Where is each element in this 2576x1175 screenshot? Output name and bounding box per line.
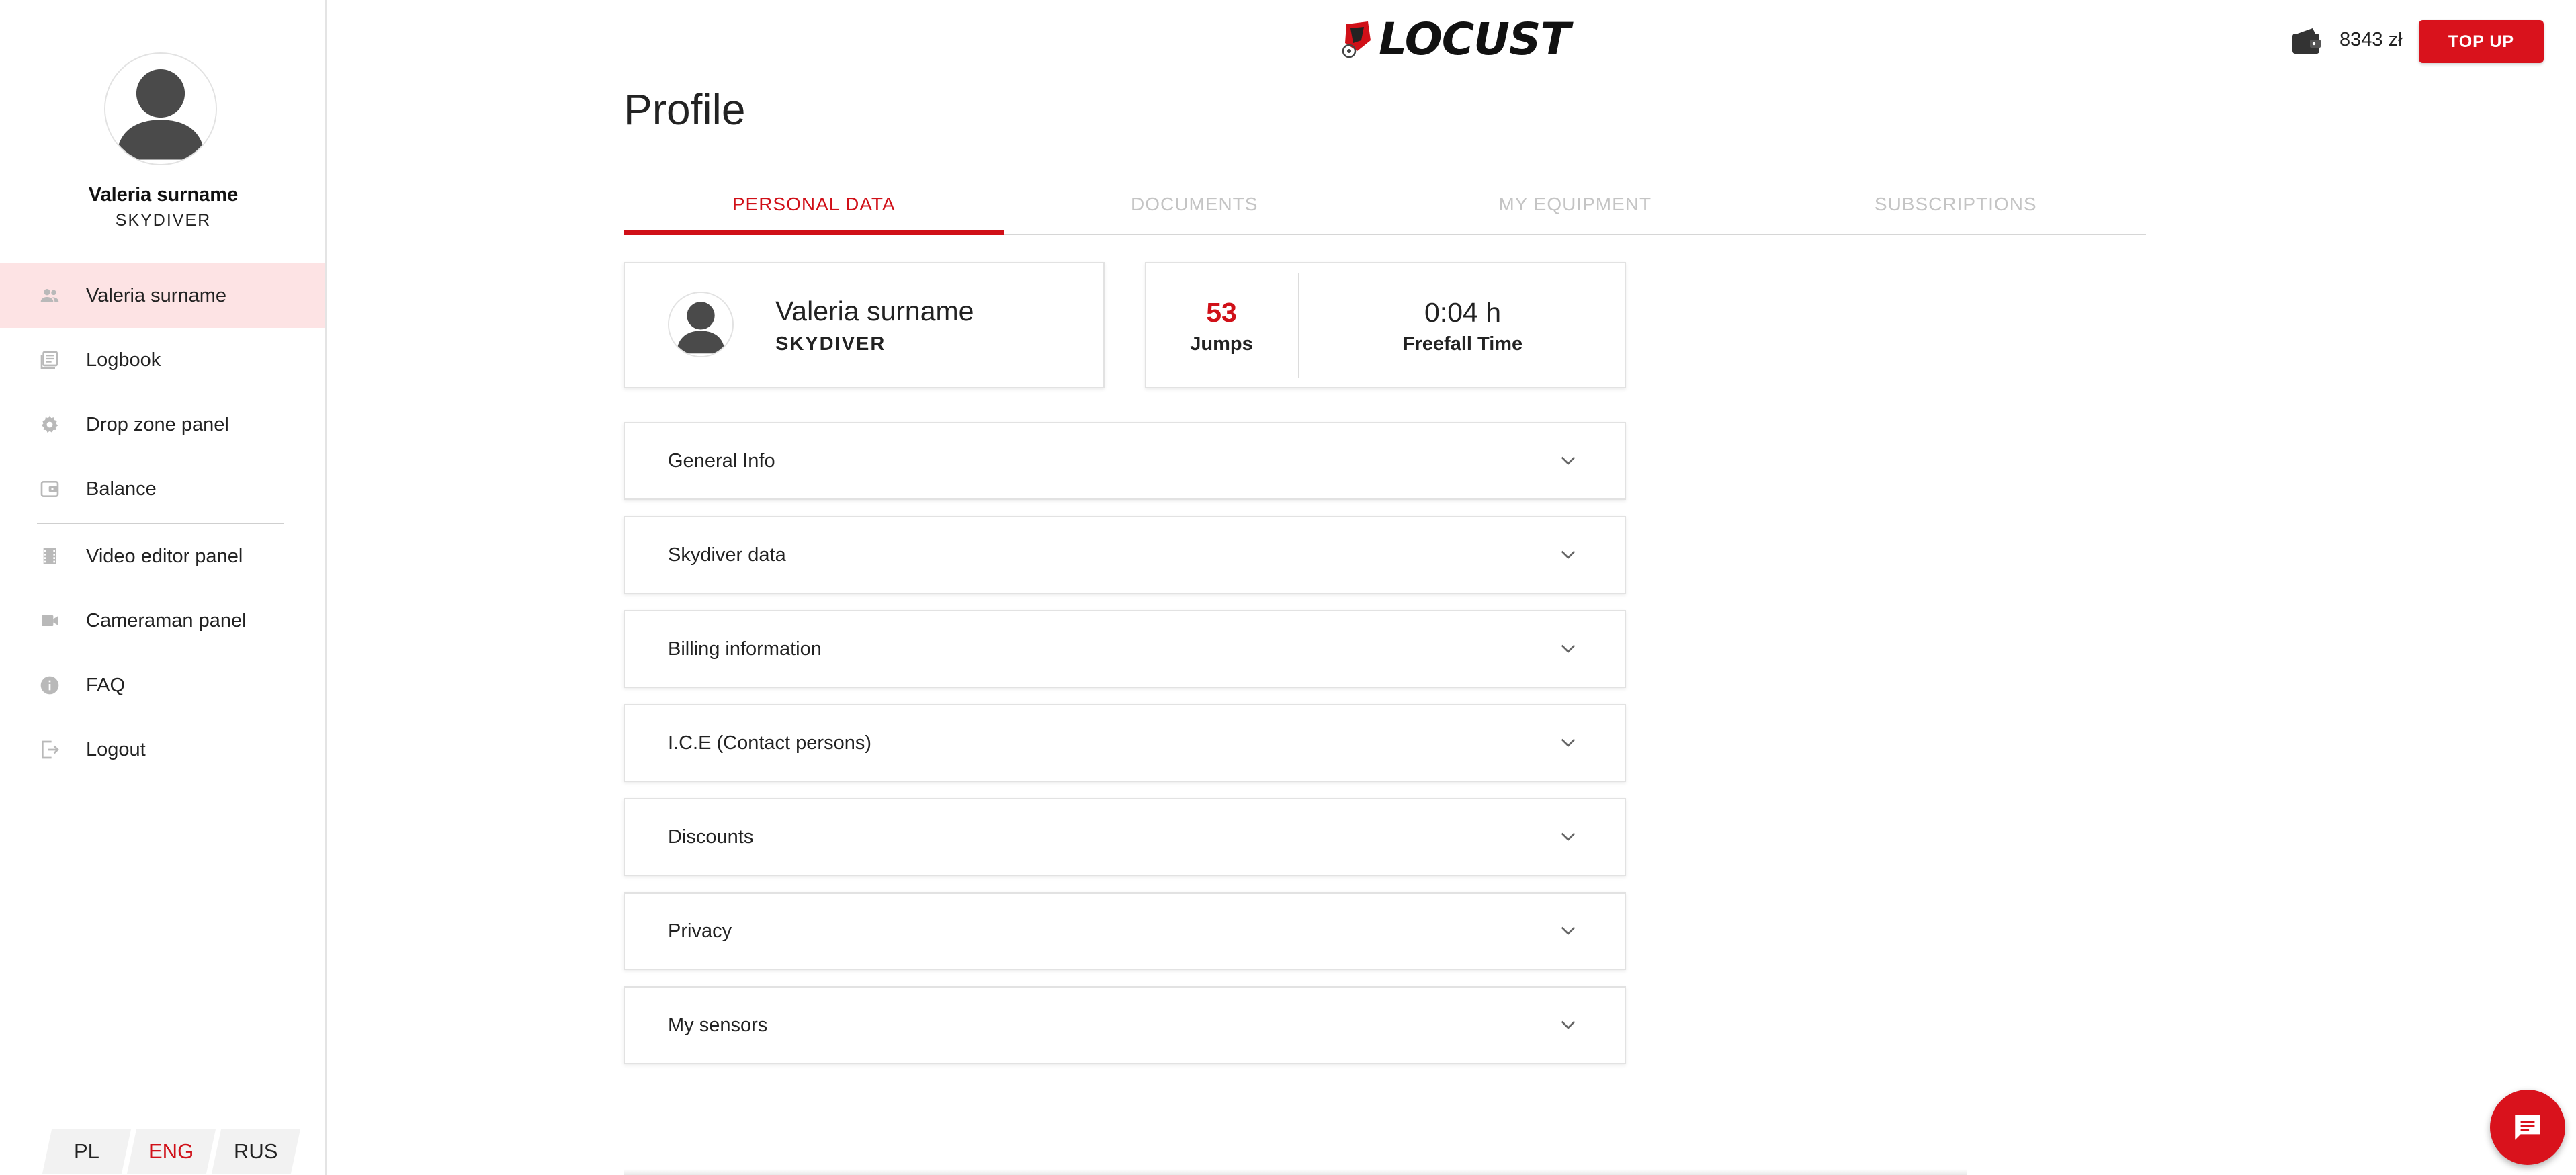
sidebar-item-label: Video editor panel [86,545,243,567]
avatar[interactable] [104,52,217,165]
freefall-value: 0:04 h [1424,297,1501,328]
avatar [668,292,734,357]
section-skydiver-data[interactable]: Skydiver data [624,516,1626,594]
videocam-icon [38,609,62,633]
sidebar-user-role: SKYDIVER [115,211,212,230]
top-up-button[interactable]: TOP UP [2419,20,2544,63]
section-discounts[interactable]: Discounts [624,798,1626,876]
chat-button[interactable] [2490,1090,2565,1165]
user-avatar-icon [105,54,216,164]
tab-my-equipment[interactable]: MY EQUIPMENT [1385,181,1766,234]
chevron-down-icon [1561,1020,1576,1029]
section-billing-information[interactable]: Billing information [624,610,1626,688]
freefall-label: Freefall Time [1402,333,1523,355]
locust-logo[interactable]: LOCUST [1341,12,1570,66]
section-title: Discounts [668,826,754,848]
section-my-sensors[interactable]: My sensors [624,986,1626,1064]
balance-amount: 8343 zł [2339,29,2403,50]
user-avatar-icon [669,293,732,356]
logo-text: LOCUST [1379,13,1570,65]
jumps-value: 53 [1206,297,1237,328]
sidebar-item-logout[interactable]: Logout [0,717,325,782]
section-privacy[interactable]: Privacy [624,892,1626,970]
logbook-icon [38,348,62,372]
sidebar-item-label: Drop zone panel [86,413,229,435]
sidebar-item-label: Valeria surname [86,284,227,306]
chat-icon [2515,1115,2540,1140]
footer-shadow [624,1169,1967,1175]
section-title: Privacy [668,920,732,942]
chevron-down-icon [1561,926,1576,935]
sidebar-item-cameraman-panel[interactable]: Cameraman panel [0,589,325,653]
freefall-stat: 0:04 h Freefall Time [1299,263,1626,387]
section-title: General Info [668,450,775,472]
sidebar-item-faq[interactable]: FAQ [0,653,325,717]
profile-tabs: PERSONAL DATA DOCUMENTS MY EQUIPMENT SUB… [624,181,2146,235]
chevron-down-icon [1561,550,1576,559]
page-title: Profile [624,85,746,134]
wallet-icon[interactable] [2291,27,2322,55]
section-ice-contact-persons[interactable]: I.C.E (Contact persons) [624,704,1626,782]
profile-name: Valeria surname [775,296,974,327]
logo-badge-icon [1342,21,1371,58]
profile-role: SKYDIVER [775,333,886,355]
wallet-icon [38,477,62,501]
sidebar-nav: Valeria surname Logbook Drop zone panel … [0,263,325,782]
jumps-label: Jumps [1190,333,1253,355]
language-eng[interactable]: ENG [126,1129,216,1174]
section-title: Skydiver data [668,544,786,566]
sidebar-item-balance[interactable]: Balance [0,457,325,521]
sidebar-item-label: Balance [86,478,157,500]
sidebar-item-label: Cameraman panel [86,609,247,632]
chevron-down-icon [1561,644,1576,653]
sidebar: Valeria surname SKYDIVER Valeria surname… [0,0,327,1175]
jumps-stat: 53 Jumps [1146,263,1297,387]
sidebar-user-name: Valeria surname [88,184,239,206]
sidebar-item-label: Logbook [86,349,161,371]
section-general-info[interactable]: General Info [624,422,1626,500]
language-switcher: PL ENG RUS [42,1129,301,1174]
stats-card: 53 Jumps 0:04 h Freefall Time [1145,262,1626,388]
section-title: My sensors [668,1014,768,1036]
profile-card: Valeria surname SKYDIVER [624,262,1105,388]
people-icon [38,284,62,308]
sidebar-item-video-editor-panel[interactable]: Video editor panel [0,524,325,589]
tab-subscriptions[interactable]: SUBSCRIPTIONS [1766,181,2147,234]
section-title: Billing information [668,638,822,660]
chevron-down-icon [1561,738,1576,747]
tab-personal-data[interactable]: PERSONAL DATA [624,181,1004,235]
info-icon [38,673,62,697]
gear-icon [38,412,62,437]
tab-documents[interactable]: DOCUMENTS [1004,181,1385,234]
sidebar-item-label: FAQ [86,674,126,696]
chevron-down-icon [1561,456,1576,465]
section-title: I.C.E (Contact persons) [668,732,871,754]
film-icon [38,544,62,568]
chevron-down-icon [1561,832,1576,841]
sidebar-item-drop-zone-panel[interactable]: Drop zone panel [0,392,325,457]
language-rus[interactable]: RUS [211,1129,301,1174]
sidebar-item-profile[interactable]: Valeria surname [0,263,325,328]
logout-icon [38,738,62,762]
sidebar-item-label: Logout [86,738,146,760]
language-pl[interactable]: PL [42,1129,132,1174]
sidebar-item-logbook[interactable]: Logbook [0,328,325,392]
